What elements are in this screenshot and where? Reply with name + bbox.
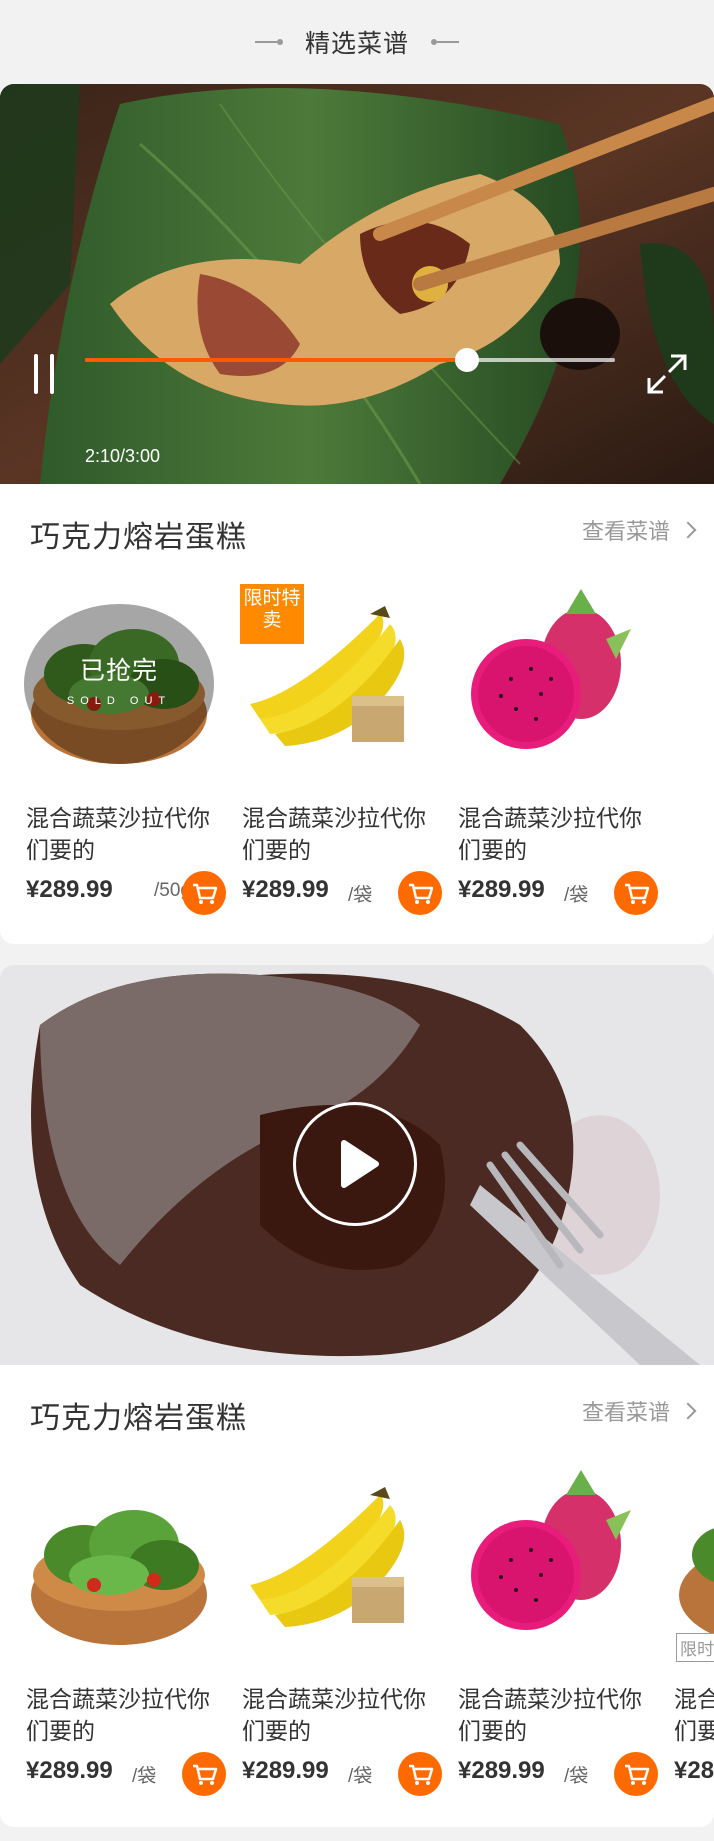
product-unit: /袋 — [132, 1766, 157, 1787]
product-unit: /袋 — [348, 885, 373, 906]
progress-handle[interactable] — [454, 348, 479, 372]
limited-sale-tag: 限时特卖 — [240, 584, 304, 644]
cart-icon — [409, 883, 434, 904]
product-unit: /袋 — [348, 1766, 373, 1787]
sold-out-overlay: 已抢完 SOLD OUT — [24, 584, 214, 774]
product-price: ¥289.99 — [26, 1757, 113, 1784]
cart-icon — [625, 1764, 650, 1785]
chevron-right-icon — [679, 1402, 697, 1420]
product-name: 混合蔬菜沙拉代你们要的 — [458, 1686, 642, 1744]
cart-icon — [193, 883, 218, 904]
product-item[interactable]: 混合蔬菜沙拉代你们要的 ¥289.99 /袋 — [24, 1465, 226, 1805]
add-to-cart-button[interactable] — [398, 871, 442, 915]
product-price: ¥289.99 — [458, 1757, 545, 1784]
title-ornament-left — [254, 39, 283, 45]
view-recipe-link[interactable]: 查看菜谱 — [581, 514, 697, 546]
product-name: 混合蔬菜沙拉代你们要的 — [458, 805, 642, 863]
product-price: ¥289.99 — [458, 876, 545, 903]
sold-out-sublabel: SOLD OUT — [66, 695, 172, 707]
product-price: ¥289.99 — [242, 876, 329, 903]
product-item[interactable]: 混合蔬菜沙拉代你们要的 ¥289.99 /袋 — [456, 1465, 658, 1805]
add-to-cart-button[interactable] — [614, 871, 658, 915]
product-item[interactable]: 限时特卖 混合蔬菜沙拉代你们要的 ¥289.99 /袋 — [240, 584, 442, 924]
recipe-product-card: 巧克力熔岩蛋糕 查看菜谱 混合蔬菜沙拉代你们要的 ¥289.99 /袋 混合蔬菜… — [0, 1365, 714, 1827]
view-recipe-label: 查看菜谱 — [581, 519, 670, 544]
chevron-right-icon — [679, 521, 697, 539]
video-progress-bar[interactable] — [85, 348, 615, 372]
product-name: 混合蔬菜沙拉代你们要的 — [242, 805, 426, 863]
cart-icon — [625, 883, 650, 904]
playback-time: 2:10/3:00 — [85, 446, 161, 466]
recipe-product-card: 巧克力熔岩蛋糕 查看菜谱 已抢完 SOLD OUT 混合蔬菜沙拉代你们要的 ¥2… — [0, 484, 714, 944]
video-frame-zongzi — [0, 84, 714, 484]
view-recipe-link[interactable]: 查看菜谱 — [581, 1395, 697, 1427]
product-name: 混合蔬菜沙拉代你们要的 — [26, 1686, 210, 1744]
add-to-cart-button[interactable] — [398, 1752, 442, 1796]
view-recipe-label: 查看菜谱 — [581, 1400, 670, 1425]
progress-fill — [85, 358, 467, 362]
product-item-partial[interactable]: 限时 混合蔬菜沙拉代你们要的 ¥28 — [672, 1465, 714, 1805]
product-unit: /袋 — [564, 885, 589, 906]
title-ornament-right — [431, 39, 459, 45]
product-item[interactable]: 混合蔬菜沙拉代你们要的 ¥289.99 /袋 — [240, 1465, 442, 1805]
bananas-image — [250, 1487, 405, 1627]
play-icon — [341, 1140, 379, 1188]
product-unit: /袋 — [564, 1766, 589, 1787]
cart-icon — [193, 1764, 218, 1785]
pause-icon[interactable] — [34, 354, 58, 394]
recipe-title: 巧克力熔岩蛋糕 — [30, 1402, 247, 1435]
product-name: 混合蔬菜沙拉代你们要的 — [26, 805, 210, 863]
recipe-title: 巧克力熔岩蛋糕 — [30, 521, 247, 554]
product-item[interactable]: 已抢完 SOLD OUT 混合蔬菜沙拉代你们要的 ¥289.99 /50g — [24, 584, 226, 924]
product-price: ¥289.99 — [26, 876, 113, 903]
product-item[interactable]: 混合蔬菜沙拉代你们要的 ¥289.99 /袋 — [456, 584, 658, 924]
limited-tag: 限时 — [676, 1633, 714, 1662]
recipe-video-player[interactable] — [0, 965, 714, 1365]
salad-bowl-image — [679, 1528, 714, 1635]
product-name: 混合蔬菜沙拉代你们要的 — [242, 1686, 426, 1744]
product-price: ¥289.99 — [242, 1757, 329, 1784]
product-name: 混合蔬菜沙拉代你们要的 — [674, 1686, 714, 1744]
cart-icon — [409, 1764, 434, 1785]
add-to-cart-button[interactable] — [182, 1752, 226, 1796]
dragon-fruit-image — [471, 589, 631, 749]
fullscreen-icon[interactable] — [645, 352, 689, 396]
add-to-cart-button[interactable] — [182, 871, 226, 915]
add-to-cart-button[interactable] — [614, 1752, 658, 1796]
section-header: 精选菜谱 — [0, 0, 714, 84]
section-title: 精选菜谱 — [304, 30, 409, 58]
play-button[interactable] — [293, 1102, 417, 1226]
recipe-video-player[interactable]: 2:10/3:00 — [0, 84, 714, 484]
sold-out-label: 已抢完 — [79, 657, 158, 685]
product-price: ¥28 — [674, 1757, 714, 1784]
salad-bowl-image — [31, 1510, 207, 1645]
dragon-fruit-image — [471, 1470, 631, 1630]
